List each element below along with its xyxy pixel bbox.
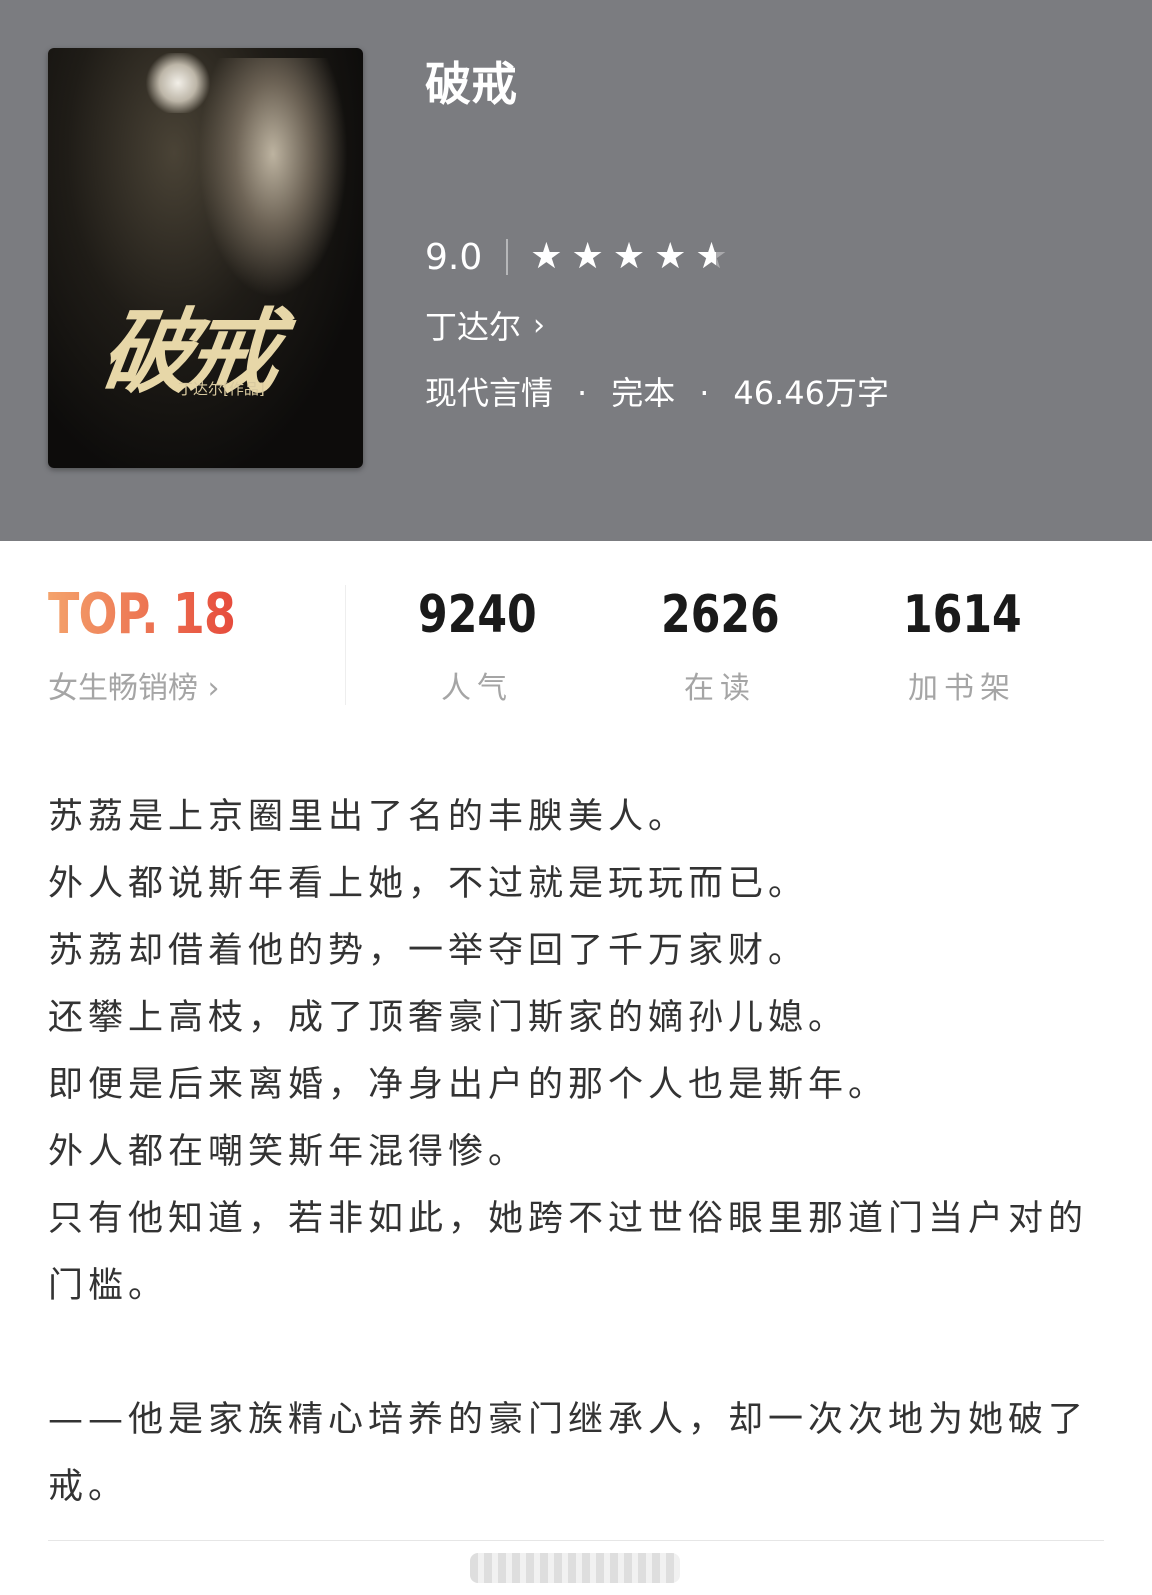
book-header: 破戒 丁达尔[作品] 破戒 9.0 ★★★★★ ★★★★★ 丁达尔 › 现代言情… — [0, 0, 1152, 541]
synopsis-line: 外人都说斯年看上她，不过就是玩玩而已。 — [48, 864, 809, 904]
meta-separator: · — [699, 374, 710, 412]
bottom-divider — [48, 1540, 1104, 1541]
author-name: 丁达尔 — [425, 308, 522, 346]
stat-value: 9240 — [417, 585, 537, 645]
cover-author: 丁达尔[作品] — [178, 380, 265, 398]
stat-label: 人气 — [441, 671, 513, 706]
cover-figure-art — [198, 58, 348, 298]
rank-list-link[interactable]: 女生畅销榜 › — [48, 663, 338, 707]
chevron-right-icon: › — [533, 307, 546, 343]
synopsis-line: 外人都在嘲笑斯年混得惨。 — [48, 1132, 529, 1172]
star-icons-filled: ★★★★★ — [530, 237, 716, 277]
stats-row: TOP. 18 女生畅销榜 › 9240 人气 2626 在读 1614 加书架 — [0, 585, 1152, 715]
synopsis-line: 苏荔是上京圈里出了名的丰腴美人。 — [48, 797, 689, 837]
rank-list-label: 女生畅销榜 — [48, 671, 198, 706]
stats-divider — [345, 585, 346, 705]
word-count: 46.46万字 — [733, 374, 889, 412]
star-rating: ★★★★★ ★★★★★ — [530, 237, 736, 277]
rating-row: 9.0 ★★★★★ ★★★★★ — [425, 232, 737, 282]
stat-popularity: 9240 人气 — [377, 585, 577, 707]
book-status: 完本 — [611, 374, 676, 412]
bottom-handle[interactable] — [470, 1553, 680, 1583]
rank-number: TOP. 18 — [48, 582, 236, 647]
synopsis-line: 只有他知道，若非如此，她跨不过世俗眼里那道门当户对的门槛。 — [48, 1199, 1089, 1306]
book-title: 破戒 — [425, 57, 517, 111]
meta-separator: · — [577, 374, 588, 412]
stat-bookshelf: 1614 加书架 — [862, 585, 1062, 707]
stat-label: 在读 — [684, 671, 756, 706]
synopsis-gap — [48, 1320, 1108, 1387]
synopsis-line: 即便是后来离婚，净身出户的那个人也是斯年。 — [48, 1065, 889, 1105]
synopsis-tagline: ——他是家族精心培养的豪门继承人，却一次次地为她破了戒。 — [48, 1400, 1089, 1507]
stat-label: 加书架 — [908, 671, 1016, 706]
chevron-right-icon: › — [207, 671, 220, 706]
author-link[interactable]: 丁达尔 › — [425, 302, 545, 348]
rank-block[interactable]: TOP. 18 女生畅销榜 › — [48, 585, 338, 707]
rating-score: 9.0 — [425, 236, 483, 278]
book-genre: 现代言情 — [425, 374, 554, 412]
stat-value: 1614 — [902, 585, 1022, 645]
stat-value: 2626 — [660, 585, 780, 645]
synopsis-line: 还攀上高枝，成了顶奢豪门斯家的嫡孙儿媳。 — [48, 998, 849, 1038]
book-cover[interactable]: 破戒 丁达尔[作品] — [48, 48, 363, 468]
book-synopsis: 苏荔是上京圈里出了名的丰腴美人。 外人都说斯年看上她，不过就是玩玩而已。 苏荔却… — [48, 784, 1108, 1521]
stat-reading: 2626 在读 — [620, 585, 820, 707]
synopsis-line: 苏荔却借着他的势，一举夺回了千万家财。 — [48, 931, 809, 971]
book-meta: 现代言情 · 完本 · 46.46万字 — [425, 368, 889, 414]
rating-divider — [506, 239, 509, 275]
